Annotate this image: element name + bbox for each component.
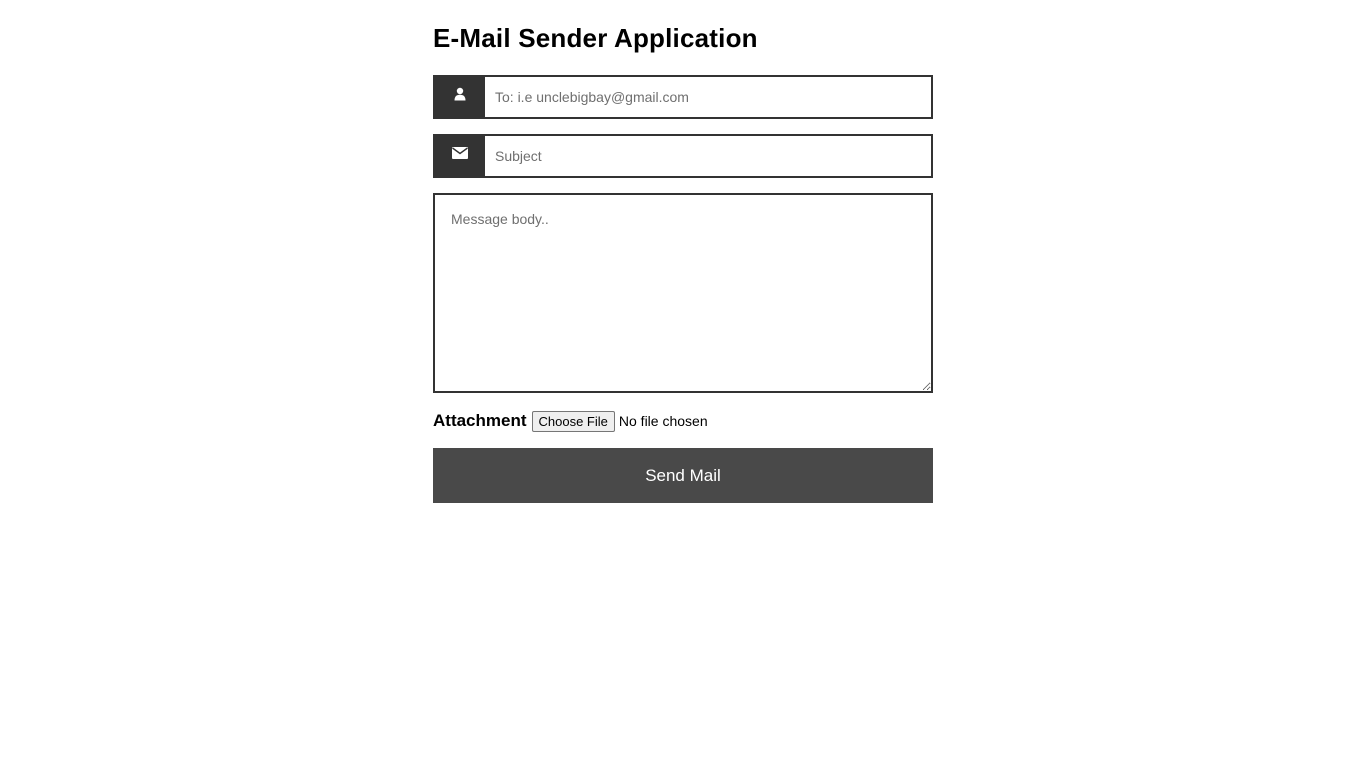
user-icon <box>435 77 485 117</box>
to-field-row <box>433 75 933 119</box>
attachment-label: Attachment <box>433 411 527 430</box>
message-body-textarea[interactable] <box>433 193 933 393</box>
attachment-row: Attachment Choose File No file chosen <box>433 410 933 432</box>
to-input[interactable] <box>485 77 931 117</box>
choose-file-button[interactable]: Choose File <box>531 410 615 432</box>
file-status-text: No file chosen <box>618 413 708 429</box>
email-form-container: E-Mail Sender Application Attachment Cho… <box>433 18 933 503</box>
page-title: E-Mail Sender Application <box>433 23 758 53</box>
subject-input[interactable] <box>485 136 931 176</box>
send-mail-button[interactable]: Send Mail <box>433 448 933 503</box>
envelope-icon <box>435 136 485 176</box>
subject-field-row <box>433 134 933 178</box>
